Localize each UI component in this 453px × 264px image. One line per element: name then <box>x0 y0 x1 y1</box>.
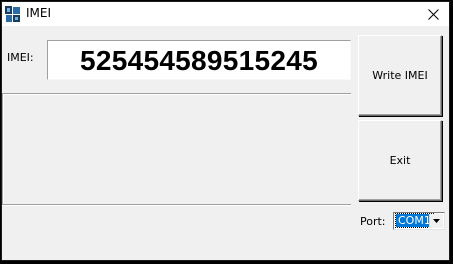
write-imei-label: Write IMEI <box>372 69 428 82</box>
exit-label: Exit <box>389 154 411 167</box>
imei-display[interactable]: 525454589515245 <box>47 40 351 80</box>
panel-left-edge <box>2 94 4 204</box>
exit-button[interactable]: Exit <box>358 120 442 201</box>
title-bar: IMEI <box>2 2 449 26</box>
port-select[interactable]: COM1 <box>393 212 445 230</box>
lower-divider <box>2 204 351 206</box>
port-label: Port: <box>360 215 386 228</box>
imei-window: IMEI IMEI: 525454589515245 Write IMEI Ex… <box>2 2 449 260</box>
imei-label: IMEI: <box>7 51 34 64</box>
close-button[interactable] <box>418 2 449 26</box>
close-icon <box>428 8 439 20</box>
chevron-down-icon <box>433 219 440 223</box>
port-dropdown-button[interactable] <box>429 214 443 228</box>
upper-divider <box>2 93 351 95</box>
port-value: COM1 <box>395 213 434 228</box>
write-imei-button[interactable]: Write IMEI <box>358 35 442 116</box>
app-icon <box>4 5 21 23</box>
window-title: IMEI <box>26 6 52 20</box>
